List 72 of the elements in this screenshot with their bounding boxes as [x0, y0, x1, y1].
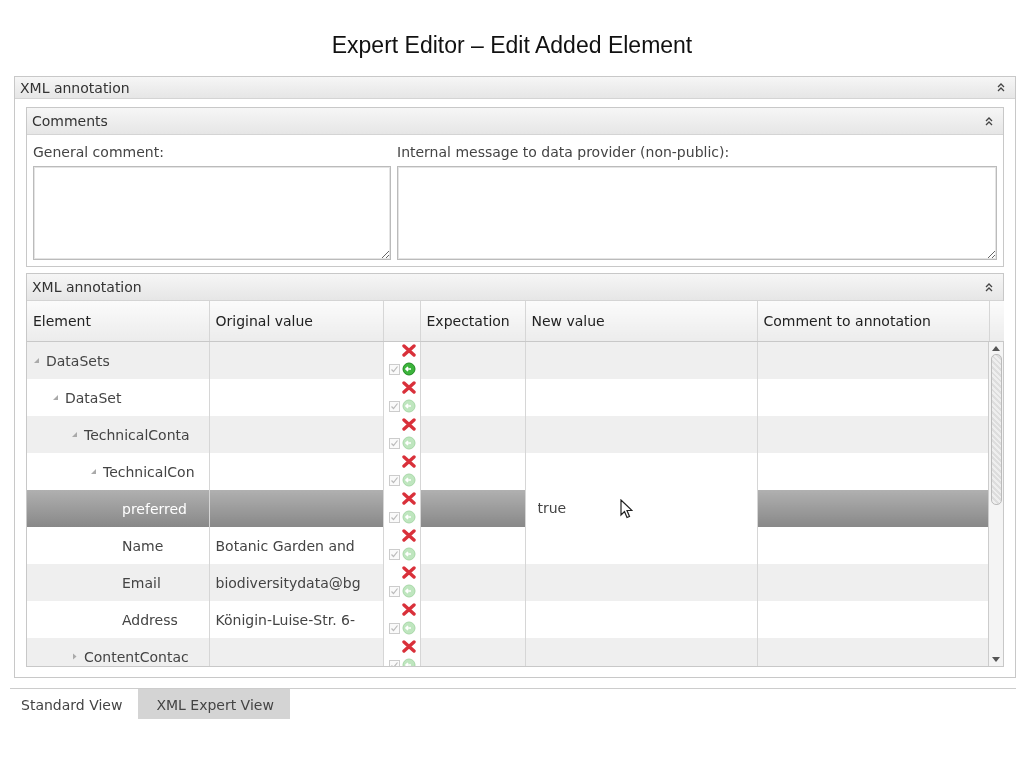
- checkbox-icon: [388, 438, 400, 449]
- element-name: DataSet: [65, 389, 122, 406]
- scroll-down-icon[interactable]: [992, 657, 1000, 663]
- accept-icon[interactable]: [401, 547, 416, 561]
- tree-row[interactable]: Address Königin-Luise-Str. 6-: [27, 601, 988, 638]
- expand-icon[interactable]: [52, 394, 59, 401]
- delete-icon[interactable]: [401, 381, 416, 394]
- element-name: preferred: [122, 500, 187, 517]
- original-value: Königin-Luise-Str. 6-: [215, 611, 355, 628]
- collapse-icon[interactable]: [985, 282, 993, 292]
- checkbox-icon: [388, 401, 400, 412]
- checkbox-icon: [388, 512, 400, 523]
- tree-row[interactable]: Name Botanic Garden and: [27, 527, 988, 564]
- accept-icon[interactable]: [401, 510, 416, 524]
- element-name: ContentContac: [84, 648, 189, 665]
- original-value: biodiversitydata@bg: [215, 574, 361, 591]
- panel-title: Comments: [32, 113, 108, 129]
- field-label: General comment:: [33, 144, 165, 160]
- element-name: Address: [122, 611, 178, 628]
- accept-icon[interactable]: [401, 621, 416, 635]
- scrollbar[interactable]: [988, 342, 1003, 666]
- checkbox-icon: [388, 475, 400, 486]
- tree-row[interactable]: DataSets: [27, 342, 988, 379]
- field-label: Internal message to data provider (non-public):: [397, 144, 730, 160]
- tree-row[interactable]: preferred true: [27, 490, 988, 527]
- message-field[interactable]: [397, 166, 997, 260]
- delete-icon[interactable]: [401, 603, 416, 616]
- original-value: Botanic Garden and: [215, 537, 355, 554]
- comment-field[interactable]: [33, 166, 391, 260]
- tree-row[interactable]: ContentContac: [27, 638, 988, 666]
- checkbox-icon: [388, 586, 400, 597]
- tree-row[interactable]: DataSet: [27, 379, 988, 416]
- delete-icon[interactable]: [401, 566, 416, 579]
- checkbox-icon: [388, 623, 400, 634]
- element-name: Email: [122, 574, 161, 591]
- delete-icon[interactable]: [401, 418, 416, 431]
- delete-icon[interactable]: [401, 640, 416, 653]
- delete-icon[interactable]: [401, 529, 416, 542]
- column-header[interactable]: Original value: [209, 301, 383, 342]
- element-name: Name: [122, 537, 164, 554]
- accept-icon[interactable]: [401, 584, 416, 598]
- column-header[interactable]: Element: [27, 301, 209, 342]
- tree-row[interactable]: TechnicalCon: [27, 453, 988, 490]
- delete-icon[interactable]: [401, 492, 416, 505]
- collapse-icon[interactable]: [997, 83, 1005, 92]
- mouse-pointer-icon: [619, 498, 633, 519]
- accept-icon[interactable]: [401, 399, 416, 413]
- panel-title: XML annotation: [32, 279, 142, 295]
- accept-icon[interactable]: [401, 362, 416, 376]
- tree-row[interactable]: Email biodiversitydata@bg: [27, 564, 988, 601]
- expand-icon[interactable]: [90, 468, 97, 475]
- scroll-up-icon[interactable]: [992, 345, 1000, 351]
- element-name: TechnicalConta: [84, 426, 190, 443]
- panel-title: XML annotation: [20, 79, 130, 96]
- column-header[interactable]: Comment to annotation: [757, 301, 989, 342]
- expand-icon[interactable]: [33, 357, 40, 364]
- column-header[interactable]: Expectation: [420, 301, 525, 342]
- element-name: TechnicalCon: [103, 463, 195, 480]
- element-name: DataSets: [46, 352, 110, 369]
- checkbox-icon: [388, 549, 400, 560]
- dialog-title: Expert Editor – Edit Added Element: [330, 31, 694, 60]
- expand-icon[interactable]: [71, 653, 78, 660]
- checkbox-icon: [388, 364, 400, 375]
- delete-icon[interactable]: [401, 455, 416, 468]
- collapse-icon[interactable]: [985, 116, 993, 126]
- view-tab[interactable]: XML Expert View: [138, 689, 290, 719]
- expand-icon[interactable]: [71, 431, 78, 438]
- delete-icon[interactable]: [401, 344, 416, 357]
- accept-icon[interactable]: [401, 436, 416, 450]
- tree-row[interactable]: TechnicalConta: [27, 416, 988, 453]
- accept-icon[interactable]: [401, 473, 416, 487]
- column-header[interactable]: New value: [525, 301, 757, 342]
